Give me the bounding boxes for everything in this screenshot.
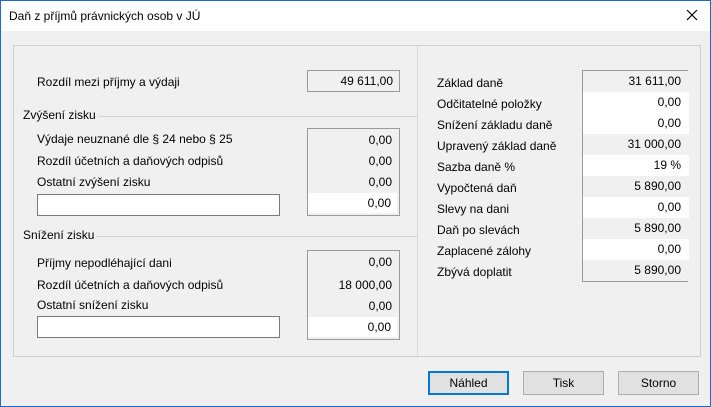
summary-label: Upravený základ daně <box>437 139 557 153</box>
summary-value-field: 31 611,00 <box>583 71 689 92</box>
summary-value-field[interactable]: 19 % <box>583 155 689 176</box>
summary-value-field[interactable]: 0,00 <box>583 197 689 218</box>
summary-label: Zbývá doplatit <box>437 265 512 279</box>
decrease-custom-value-field[interactable]: 0,00 <box>308 317 397 337</box>
decrease-row-value: 0,00 <box>368 299 392 313</box>
decrease-row-value: 18 000,00 <box>338 278 392 292</box>
decrease-row-label: Příjmy nepodléhající dani <box>37 256 172 270</box>
summary-value-field: 5 890,00 <box>583 176 689 197</box>
decrease-values-box: 0,00 18 000,00 0,00 0,00 <box>307 250 400 340</box>
print-button[interactable]: Tisk <box>523 371 604 395</box>
summary-value: 31 611,00 <box>628 74 682 88</box>
summary-value-field: 5 890,00 <box>583 218 689 239</box>
summary-value-field[interactable]: 0,00 <box>583 113 689 134</box>
cancel-button[interactable]: Storno <box>618 371 699 395</box>
column-separator <box>417 46 418 356</box>
increase-row-label: Rozdíl účetních a daňových odpisů <box>37 154 224 168</box>
increase-group-title: Zvýšení zisku <box>23 108 96 122</box>
increase-row-label: Výdaje neuznané dle § 24 nebo § 25 <box>37 132 233 146</box>
close-icon[interactable] <box>684 7 700 23</box>
decrease-row-label: Rozdíl účetních a daňových odpisů <box>37 278 224 292</box>
summary-value: 0,00 <box>657 242 681 256</box>
increase-row-value: 0,00 <box>368 175 392 189</box>
increase-custom-value: 0,00 <box>367 196 391 210</box>
increase-values-box: 0,00 0,00 0,00 0,00 <box>307 128 400 216</box>
summary-label: Vypočtená daň <box>437 181 517 195</box>
summary-values-box: 31 611,00 0,00 0,00 31 000,00 19 % 5 890… <box>582 70 689 282</box>
diff-value: 49 611,00 <box>340 74 394 88</box>
summary-label: Daň po slevách <box>437 223 520 237</box>
summary-label: Snížení základu daně <box>437 118 553 132</box>
summary-value: 19 % <box>653 158 681 172</box>
summary-value: 0,00 <box>657 200 681 214</box>
summary-value: 0,00 <box>657 95 681 109</box>
summary-value-field: 5 890,00 <box>583 260 689 281</box>
summary-value-field[interactable]: 0,00 <box>583 92 689 113</box>
summary-value: 31 000,00 <box>627 137 681 151</box>
summary-value: 5 890,00 <box>634 221 681 235</box>
increase-row-value: 0,00 <box>368 154 392 168</box>
summary-value: 5 890,00 <box>634 179 681 193</box>
summary-value: 5 890,00 <box>634 263 681 277</box>
diff-label: Rozdíl mezi příjmy a výdaji <box>37 75 180 89</box>
increase-row-label: Ostatní zvýšení zisku <box>37 175 151 189</box>
decrease-custom-label-input[interactable] <box>37 316 280 338</box>
increase-custom-value-field[interactable]: 0,00 <box>308 193 397 213</box>
increase-custom-label-input[interactable] <box>37 194 280 216</box>
title-bar: Daň z příjmů právnických osob v JÚ <box>1 1 710 31</box>
decrease-group-title: Snížení zisku <box>23 228 95 242</box>
decrease-custom-value: 0,00 <box>367 320 391 334</box>
summary-label: Odčitatelné položky <box>437 97 542 111</box>
decrease-row-value: 0,00 <box>368 255 392 269</box>
increase-row-value: 0,00 <box>368 133 392 147</box>
summary-value-field[interactable]: 0,00 <box>583 239 689 260</box>
summary-label: Sazba daně % <box>437 160 516 174</box>
dialog-window: Daň z příjmů právnických osob v JÚ Rozdí… <box>0 0 711 407</box>
summary-value-field: 31 000,00 <box>583 134 689 155</box>
increase-group-line <box>99 116 417 117</box>
summary-label: Slevy na dani <box>437 202 510 216</box>
decrease-row-label: Ostatní snížení zisku <box>37 298 149 312</box>
summary-label: Základ daně <box>437 76 504 90</box>
window-title: Daň z příjmů právnických osob v JÚ <box>9 9 201 23</box>
summary-label: Zaplacené zálohy <box>437 244 532 258</box>
summary-value: 0,00 <box>657 116 681 130</box>
diff-value-box: 49 611,00 <box>307 70 400 92</box>
decrease-group-line <box>96 236 417 237</box>
preview-button[interactable]: Náhled <box>428 371 509 395</box>
